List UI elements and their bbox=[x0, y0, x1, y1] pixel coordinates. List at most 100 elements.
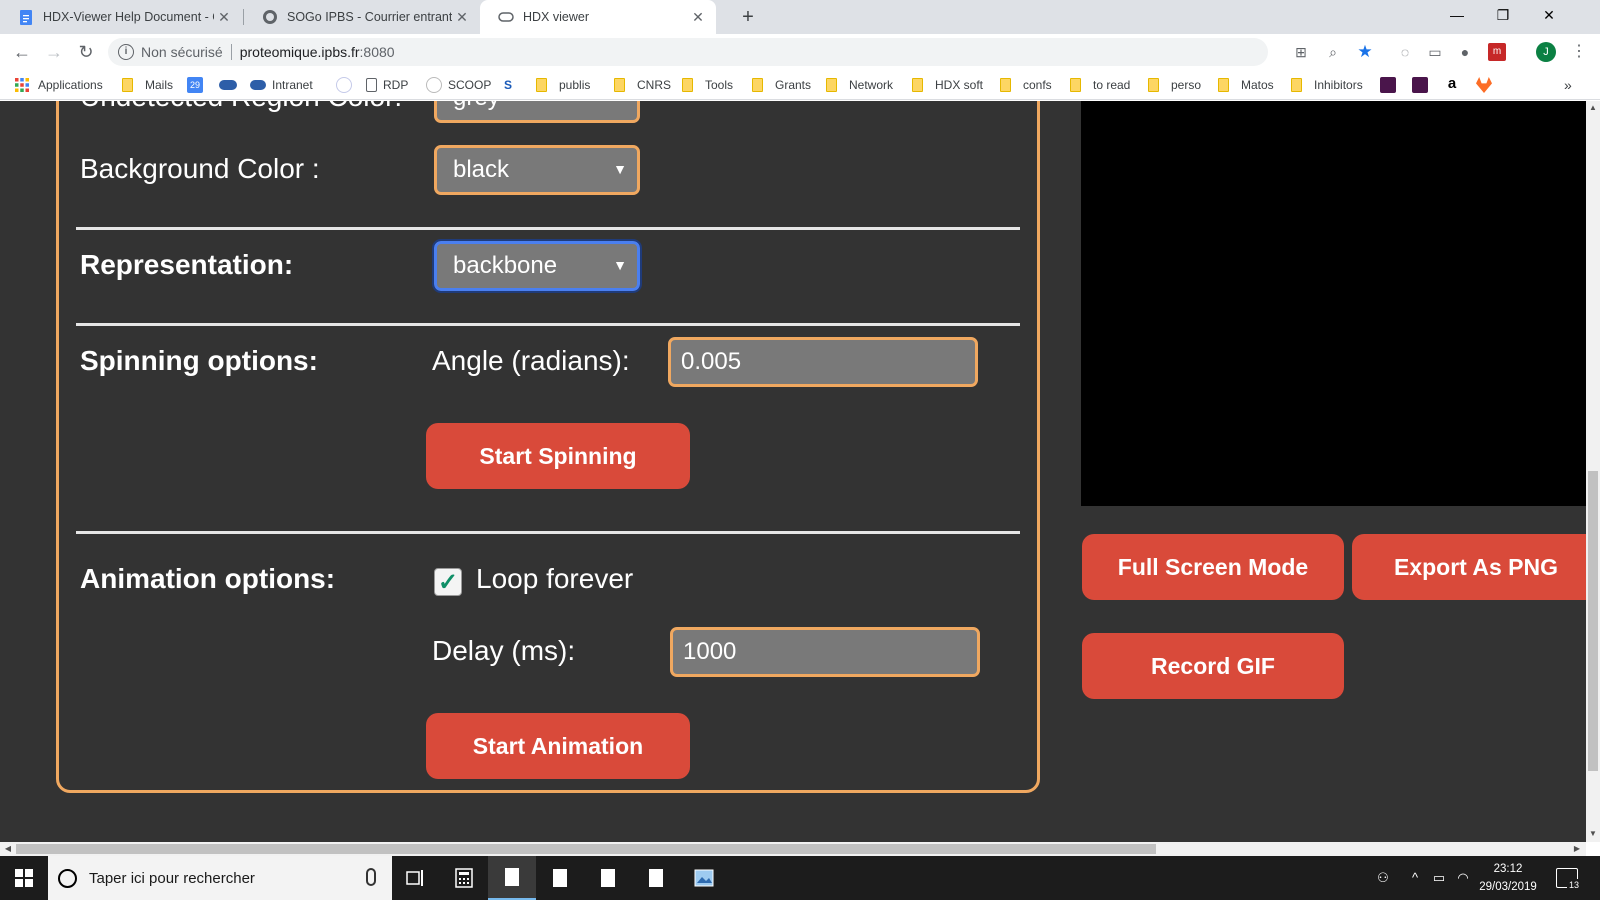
calculator-app[interactable] bbox=[440, 856, 488, 900]
vertical-scrollbar[interactable]: ▲ ▼ bbox=[1586, 101, 1600, 842]
taskbar-app-1[interactable] bbox=[488, 856, 536, 900]
start-spinning-button[interactable]: Start Spinning bbox=[426, 423, 690, 489]
bookmark-tools[interactable]: Tools bbox=[682, 76, 733, 94]
close-window-button[interactable]: ✕ bbox=[1526, 0, 1572, 30]
close-icon[interactable]: ✕ bbox=[688, 9, 708, 26]
bookmark-confs[interactable]: confs bbox=[1000, 76, 1052, 94]
tab-hdx-viewer[interactable]: HDX viewer ✕ bbox=[480, 0, 716, 34]
start-animation-button[interactable]: Start Animation bbox=[426, 713, 690, 779]
bookmark-amazon[interactable]: a bbox=[1444, 76, 1466, 94]
notification-center-icon[interactable]: 13 bbox=[1556, 868, 1581, 891]
menu-kebab-icon[interactable]: ⋮ bbox=[1570, 43, 1588, 61]
calendar-icon: 29 bbox=[187, 77, 203, 93]
url-separator bbox=[230, 44, 232, 60]
bookmark-label: Grants bbox=[775, 78, 812, 92]
bookmark-hdx-soft[interactable]: HDX soft bbox=[912, 76, 983, 94]
clock-date: 29/03/2019 bbox=[1479, 881, 1537, 893]
bookmark-perso[interactable]: perso bbox=[1148, 76, 1201, 94]
people-icon[interactable]: ⚇ bbox=[1374, 869, 1392, 887]
translate-icon[interactable]: ⊞ bbox=[1292, 43, 1310, 61]
tab-sogo[interactable]: SOGo IPBS - Courrier entrant ✕ bbox=[244, 0, 480, 34]
bookmark-slack-1[interactable] bbox=[1380, 76, 1402, 94]
skype-icon[interactable]: ◌ bbox=[1396, 43, 1414, 61]
bookmark-label: Network bbox=[849, 78, 894, 92]
slack-icon bbox=[1412, 77, 1428, 93]
mendeley-icon[interactable]: m bbox=[1488, 43, 1506, 61]
bookmark-network[interactable]: Network bbox=[826, 76, 893, 94]
representation-select[interactable]: backbone ▼ bbox=[432, 239, 642, 293]
zoom-icon[interactable]: ⌕ bbox=[1324, 43, 1342, 61]
background-color-select[interactable]: black ▼ bbox=[434, 145, 640, 195]
bookmark-label: SCOOP bbox=[448, 78, 492, 92]
calculator-icon bbox=[455, 868, 473, 888]
section-divider bbox=[76, 323, 1020, 326]
bookmark-matos[interactable]: Matos bbox=[1218, 76, 1274, 94]
taskbar-search-box[interactable]: Taper ici pour rechercher bbox=[48, 856, 392, 900]
bookmark-applications[interactable]: Applications bbox=[14, 76, 103, 94]
loop-forever-label: Loop forever bbox=[476, 563, 634, 594]
restore-button[interactable]: ❐ bbox=[1480, 0, 1526, 30]
taskbar-app-3[interactable] bbox=[584, 856, 632, 900]
undetected-region-color-select[interactable]: grey bbox=[434, 101, 640, 123]
bookmark-label: perso bbox=[1171, 78, 1202, 92]
bookmark-to-read[interactable]: to read bbox=[1070, 76, 1130, 94]
vertical-scrollbar-thumb[interactable] bbox=[1588, 471, 1598, 771]
profile-avatar[interactable]: J bbox=[1536, 42, 1556, 62]
bookmark-gitlab[interactable] bbox=[1476, 76, 1498, 94]
molecule-viewer-canvas[interactable] bbox=[1081, 101, 1586, 506]
document-icon[interactable]: ▭ bbox=[1426, 43, 1444, 61]
bookmarks-overflow-button[interactable]: » bbox=[1564, 76, 1572, 94]
task-view-button[interactable] bbox=[392, 856, 440, 900]
full-screen-mode-button[interactable]: Full Screen Mode bbox=[1082, 534, 1344, 600]
bookmark-label: Matos bbox=[1241, 78, 1274, 92]
info-icon[interactable]: i bbox=[118, 44, 134, 60]
bookmark-rdp[interactable]: RDP bbox=[366, 76, 408, 94]
scroll-down-arrow-icon[interactable]: ▼ bbox=[1586, 829, 1600, 838]
file-icon bbox=[601, 869, 615, 887]
battery-icon[interactable]: ▭ bbox=[1430, 869, 1448, 887]
address-bar[interactable]: i Non sécurisé proteomique.ipbs.fr :8080 bbox=[108, 38, 1268, 66]
bookmark-scholar[interactable]: S bbox=[500, 76, 522, 94]
bookmark-label: RDP bbox=[383, 78, 409, 92]
bookmark-grants[interactable]: Grants bbox=[752, 76, 811, 94]
scroll-right-arrow-icon[interactable]: ▶ bbox=[1570, 844, 1584, 853]
horizontal-scrollbar-thumb[interactable] bbox=[16, 844, 1156, 854]
bookmark-star-icon[interactable]: ★ bbox=[1356, 43, 1374, 61]
taskbar-app-2[interactable] bbox=[536, 856, 584, 900]
tab-hdx-help[interactable]: HDX-Viewer Help Document - Go ✕ bbox=[0, 0, 242, 34]
export-as-png-button[interactable]: Export As PNG bbox=[1352, 534, 1600, 600]
taskbar-clock[interactable]: 23:12 29/03/2019 bbox=[1470, 860, 1546, 896]
undetected-region-color-label: Undetected Region Color: bbox=[80, 101, 402, 113]
start-button[interactable] bbox=[0, 856, 48, 900]
bookmark-cnrs[interactable] bbox=[219, 76, 243, 94]
close-icon[interactable]: ✕ bbox=[452, 9, 472, 26]
bookmark-slack-2[interactable] bbox=[1412, 76, 1434, 94]
taskbar-app-4[interactable] bbox=[632, 856, 680, 900]
scroll-up-arrow-icon[interactable]: ▲ bbox=[1586, 103, 1600, 112]
bookmark-pubmed[interactable] bbox=[336, 76, 358, 94]
delay-input[interactable]: 1000 bbox=[670, 627, 980, 677]
bookmark-scoop[interactable]: SCOOP bbox=[426, 76, 491, 94]
chevron-up-icon[interactable]: ^ bbox=[1406, 869, 1424, 887]
taskbar-app-image[interactable] bbox=[680, 856, 728, 900]
bookmark-mails[interactable]: Mails bbox=[122, 76, 173, 94]
bookmark-cnrs-folder[interactable]: CNRS bbox=[614, 76, 671, 94]
scroll-left-arrow-icon[interactable]: ◀ bbox=[1, 844, 15, 853]
back-arrow-icon[interactable]: ← bbox=[10, 40, 34, 64]
bookmark-calendar[interactable]: 29 bbox=[187, 76, 209, 94]
minimize-button[interactable]: — bbox=[1434, 0, 1480, 30]
bookmark-publis[interactable]: publis bbox=[536, 76, 590, 94]
forward-arrow-icon[interactable]: → bbox=[42, 40, 66, 64]
loop-forever-checkbox[interactable]: ✓ bbox=[434, 568, 462, 596]
angle-input[interactable]: 0.005 bbox=[668, 337, 978, 387]
bookmark-inhibitors[interactable]: Inhibitors bbox=[1291, 76, 1363, 94]
microphone-icon[interactable] bbox=[366, 868, 376, 886]
bookmark-intranet[interactable]: Intranet bbox=[250, 76, 313, 94]
reload-icon[interactable]: ↻ bbox=[74, 40, 98, 64]
close-icon[interactable]: ✕ bbox=[214, 9, 234, 26]
record-gif-button[interactable]: Record GIF bbox=[1082, 633, 1344, 699]
extension-icon[interactable]: ● bbox=[1456, 43, 1474, 61]
new-tab-button[interactable]: + bbox=[736, 5, 760, 29]
horizontal-scrollbar[interactable]: ◀ ▶ bbox=[0, 842, 1586, 856]
clock-time: 23:12 bbox=[1493, 863, 1523, 875]
